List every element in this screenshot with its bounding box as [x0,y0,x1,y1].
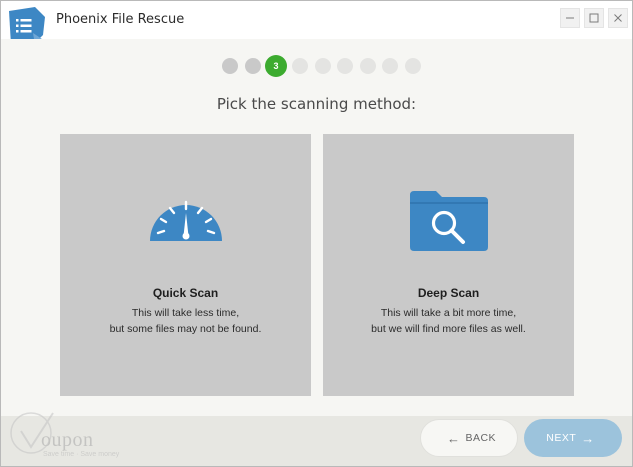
step-dot-6 [337,58,353,74]
quick-scan-desc-line-2: but some files may not be found. [109,323,262,335]
step-dot-5 [314,58,331,74]
watermark-tagline: Save time · Save money [43,451,120,458]
quick-scan-description: This will take less time, but some files… [60,305,311,337]
step-dot-1 [222,58,238,74]
next-button[interactable]: NEXT → [524,419,622,457]
next-button-label: NEXT [546,432,577,444]
step-dot-7 [359,58,376,74]
deep-scan-title: Deep Scan [417,286,480,300]
back-button-label: BACK [465,432,497,444]
back-button[interactable]: ← BACK [420,419,518,457]
speedometer-icon [149,200,222,241]
minimize-button[interactable] [560,8,580,28]
watermark: oupon Save time · Save money [7,405,147,465]
step-dot-9 [404,58,421,74]
step-dot-2 [244,58,261,74]
close-button[interactable] [608,8,628,28]
folder-search-icon [409,191,488,251]
title-bar[interactable]: Phoenix File Rescue [1,1,632,47]
step-dot-current: 3 [265,55,287,77]
maximize-icon [589,13,599,23]
step-dot-8 [382,58,398,74]
page-heading: Pick the scanning method: [216,95,417,113]
deep-scan-description: This will take a bit more time, but we w… [323,305,574,337]
deep-scan-desc-line-1: This will take a bit more time, [380,307,517,319]
deep-scan-option[interactable]: Deep Scan This will take a bit more time… [323,134,574,396]
maximize-button[interactable] [584,8,604,28]
deep-scan-desc-line-2: but we will find more files as well. [371,323,526,335]
app-window: Phoenix File Rescue 3 Pick the scanning … [0,0,633,467]
arrow-left-icon: ← [446,430,461,446]
step-dot-4 [292,58,308,74]
quick-scan-title: Quick Scan [152,286,219,300]
app-title: Phoenix File Rescue [56,12,185,27]
quick-scan-option[interactable]: Quick Scan This will take less time, but… [60,134,311,396]
quick-scan-desc-line-1: This will take less time, [131,307,240,319]
close-icon [614,14,622,22]
minimize-icon [566,17,574,19]
arrow-right-icon: → [581,430,595,446]
watermark-text: oupon [41,429,94,451]
step-indicator: 3 [222,55,427,77]
